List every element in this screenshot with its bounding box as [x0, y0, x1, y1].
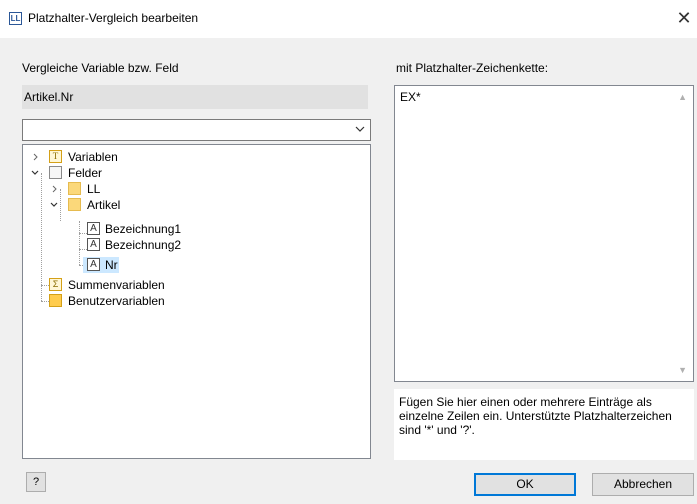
folder-icon	[68, 198, 81, 211]
tree-node-summenvariablen[interactable]: Σ Summenvariablen	[23, 277, 223, 293]
field-filter-combobox[interactable]	[22, 119, 371, 141]
folder-icon	[68, 182, 81, 195]
user-variable-icon	[49, 294, 62, 307]
chevron-down-icon[interactable]	[354, 122, 366, 136]
chevron-down-icon[interactable]	[49, 197, 59, 213]
pattern-label: mit Platzhalter-Zeichenkette:	[396, 61, 549, 75]
tree-node-label: Bezeichnung2	[105, 238, 182, 252]
tree-node-benutzervariablen[interactable]: Benutzervariablen	[23, 293, 223, 309]
ok-button[interactable]: OK	[474, 473, 576, 496]
sum-icon: Σ	[49, 278, 62, 291]
help-icon: ?	[32, 476, 40, 488]
help-button[interactable]: ?	[26, 472, 46, 492]
cancel-button[interactable]: Abbrechen	[592, 473, 694, 496]
chevron-right-icon[interactable]	[50, 181, 60, 197]
tree-node-label: Summenvariablen	[68, 278, 165, 292]
close-button[interactable]: ✕	[672, 6, 696, 30]
fields-table-icon	[49, 166, 62, 179]
wildcard-hint-text: Fügen Sie hier einen oder mehrere Einträ…	[394, 389, 694, 460]
window-title: Platzhalter-Vergleich bearbeiten	[28, 11, 199, 25]
pattern-textarea[interactable]: EX* ▲ ▼	[394, 85, 694, 382]
tree-node-label: Benutzervariablen	[68, 294, 165, 308]
scroll-down-icon[interactable]: ▼	[678, 365, 687, 375]
compare-field-label: Vergleiche Variable bzw. Feld	[22, 61, 179, 75]
tree-node-nr[interactable]: A Nr	[23, 257, 223, 273]
text-field-icon: A	[87, 222, 100, 235]
tree-node-label: Artikel	[87, 198, 121, 212]
variable-icon: T	[49, 150, 62, 163]
tree-node-label: Variablen	[68, 150, 118, 164]
chevron-right-icon[interactable]	[31, 149, 41, 165]
chevron-down-icon[interactable]	[30, 165, 40, 181]
tree-node-label: Nr	[105, 258, 118, 272]
text-field-icon: A	[87, 258, 100, 271]
field-tree[interactable]: T Variablen Felder LL Artikel A Bezeichn…	[22, 144, 371, 459]
tree-node-label: Bezeichnung1	[105, 222, 182, 236]
title-bar: LL Platzhalter-Vergleich bearbeiten ✕	[0, 0, 697, 38]
tree-node-ll[interactable]: LL	[23, 181, 223, 197]
app-icon: LL	[9, 12, 22, 25]
tree-node-felder[interactable]: Felder	[23, 165, 223, 181]
pattern-value: EX*	[400, 90, 421, 104]
tree-node-bezeichnung2[interactable]: A Bezeichnung2	[23, 237, 223, 253]
tree-node-bezeichnung1[interactable]: A Bezeichnung1	[23, 221, 223, 237]
text-field-icon: A	[87, 238, 100, 251]
selected-field-display: Artikel.Nr	[22, 85, 368, 109]
tree-node-label: LL	[87, 182, 101, 196]
tree-node-artikel[interactable]: Artikel	[23, 197, 223, 213]
tree-node-variablen[interactable]: T Variablen	[23, 149, 223, 165]
scroll-up-icon[interactable]: ▲	[678, 92, 687, 102]
tree-node-label: Felder	[68, 166, 103, 180]
